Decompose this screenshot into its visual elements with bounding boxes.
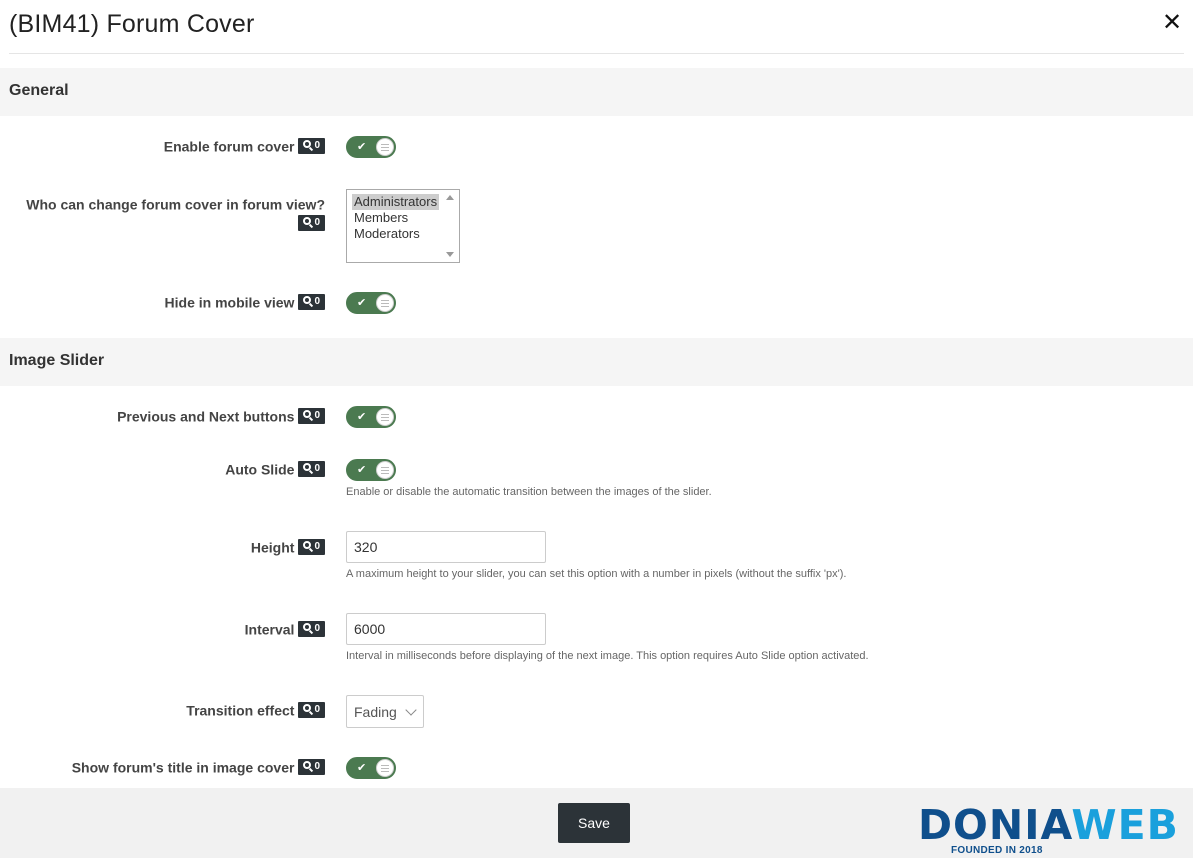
logo-part2: WEB	[1071, 801, 1179, 849]
auto-slide-help: Enable or disable the automatic transiti…	[346, 486, 712, 498]
search-icon	[303, 410, 312, 419]
listbox-scrollbar[interactable]	[442, 190, 459, 262]
field-label-transition: Transition effect 0	[186, 701, 325, 719]
grip-icon	[376, 138, 394, 156]
field-label-interval: Interval 0	[244, 620, 325, 638]
badge-count: 0	[314, 140, 320, 152]
badge-count: 0	[314, 623, 320, 635]
label-text: Transition effect	[186, 702, 295, 719]
field-label-enable-cover: Enable forum cover 0	[163, 137, 325, 155]
field-label-who-can-change: Who can change forum cover in forum view…	[26, 195, 325, 212]
label-text: Hide in mobile view	[164, 294, 295, 311]
field-label-show-title: Show forum's title in image cover 0	[71, 758, 325, 776]
show-title-toggle[interactable]: ✔	[346, 757, 396, 779]
search-count-badge[interactable]: 0	[298, 621, 325, 638]
who-can-change-listbox[interactable]: Administrators Members Moderators	[346, 189, 460, 263]
badge-count: 0	[314, 296, 320, 308]
prev-next-toggle[interactable]: ✔	[346, 406, 396, 428]
badge-count: 0	[314, 541, 320, 553]
interval-help: Interval in milliseconds before displayi…	[346, 650, 869, 662]
check-icon: ✔	[357, 762, 367, 774]
save-button[interactable]: Save	[558, 803, 630, 843]
scroll-down-icon[interactable]	[446, 252, 454, 257]
listbox-option[interactable]: Moderators	[352, 226, 422, 242]
header-divider	[9, 53, 1184, 54]
who-can-change-badge-wrap: 0	[294, 214, 325, 232]
search-count-badge[interactable]: 0	[298, 539, 325, 556]
scroll-up-icon[interactable]	[446, 195, 454, 200]
label-text: Who can change forum cover in forum view…	[26, 196, 325, 213]
section-title: General	[9, 82, 69, 99]
close-icon[interactable]: ✕	[1160, 9, 1184, 37]
badge-count: 0	[314, 761, 320, 773]
hide-mobile-toggle[interactable]: ✔	[346, 292, 396, 314]
enable-cover-toggle[interactable]: ✔	[346, 136, 396, 158]
field-label-prev-next: Previous and Next buttons 0	[117, 407, 325, 425]
badge-count: 0	[314, 463, 320, 475]
search-count-badge[interactable]: 0	[298, 702, 325, 719]
search-icon	[303, 541, 312, 550]
check-icon: ✔	[357, 411, 367, 423]
search-count-badge[interactable]: 0	[298, 408, 325, 425]
field-label-auto-slide: Auto Slide 0	[225, 460, 325, 478]
logo-part1: DONIA	[918, 801, 1072, 849]
modal-header: (BIM41) Forum Cover ✕	[0, 0, 1193, 54]
badge-count: 0	[314, 410, 320, 422]
search-count-badge[interactable]: 0	[298, 461, 325, 478]
section-title: Image Slider	[9, 352, 105, 369]
select-value: Fading	[354, 704, 397, 720]
check-icon: ✔	[357, 297, 367, 309]
search-icon	[303, 140, 312, 149]
label-text: Interval	[244, 621, 295, 638]
grip-icon	[376, 759, 394, 777]
badge-count: 0	[314, 704, 320, 716]
watermark-logo: DONIAWEB FOUNDED IN 2018	[918, 802, 1188, 856]
badge-count: 0	[314, 216, 320, 228]
grip-icon	[376, 408, 394, 426]
label-text: Enable forum cover	[163, 138, 295, 155]
field-label-height: Height 0	[250, 538, 325, 556]
grip-icon	[376, 294, 394, 312]
auto-slide-toggle[interactable]: ✔	[346, 459, 396, 481]
search-icon	[303, 704, 312, 713]
listbox-option[interactable]: Members	[352, 210, 410, 226]
check-icon: ✔	[357, 141, 367, 153]
grip-icon	[376, 461, 394, 479]
search-count-badge[interactable]: 0	[298, 138, 325, 155]
transition-select[interactable]: Fading	[346, 695, 424, 728]
search-icon	[303, 296, 312, 305]
label-text: Show forum's title in image cover	[71, 759, 295, 776]
search-icon	[303, 623, 312, 632]
label-text: Previous and Next buttons	[117, 408, 295, 425]
height-help: A maximum height to your slider, you can…	[346, 568, 847, 580]
search-icon	[303, 463, 312, 472]
height-input[interactable]	[346, 531, 546, 563]
search-count-badge[interactable]: 0	[298, 214, 325, 231]
label-text: Auto Slide	[225, 461, 295, 478]
logo-tagline: FOUNDED IN 2018	[951, 845, 1043, 856]
search-count-badge[interactable]: 0	[298, 759, 325, 776]
logo-wordmark: DONIAWEB	[918, 802, 1179, 848]
section-header-general: General	[0, 68, 1193, 116]
field-label-hide-mobile: Hide in mobile view 0	[164, 293, 325, 311]
section-header-image-slider: Image Slider	[0, 338, 1193, 386]
chevron-down-icon	[405, 704, 417, 716]
listbox-option[interactable]: Administrators	[352, 194, 440, 210]
check-icon: ✔	[357, 464, 367, 476]
search-icon	[303, 761, 312, 770]
search-count-badge[interactable]: 0	[298, 294, 325, 311]
search-icon	[303, 216, 312, 225]
modal-title: (BIM41) Forum Cover	[9, 10, 255, 38]
label-text: Height	[250, 539, 295, 556]
interval-input[interactable]	[346, 613, 546, 645]
